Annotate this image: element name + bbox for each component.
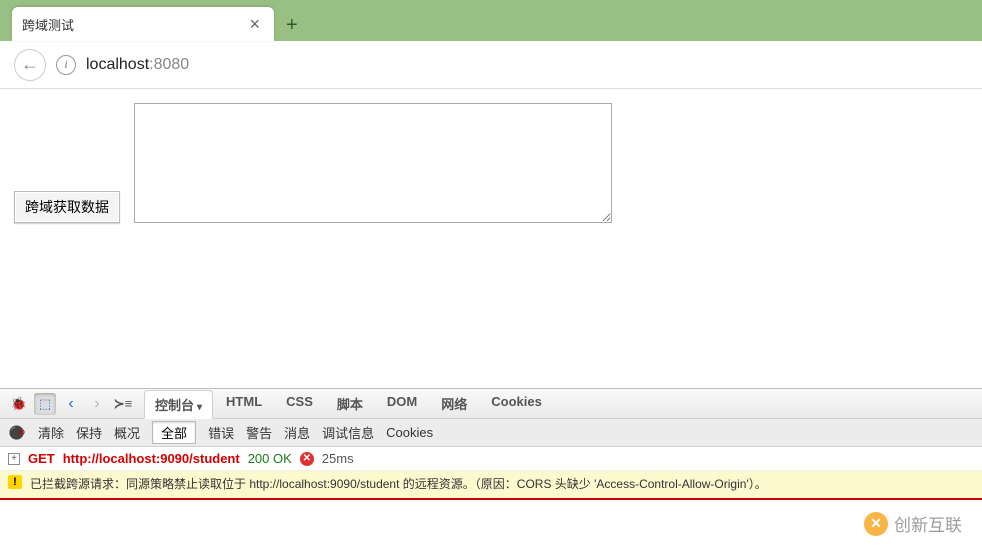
request-time: 25ms: [322, 451, 354, 466]
browser-tab[interactable]: 跨域测试 ×: [12, 7, 274, 41]
filter-warnings[interactable]: 警告: [246, 423, 272, 442]
footer: ✕ 创新互联: [0, 500, 982, 548]
address-bar: ← i localhost:8080: [0, 41, 982, 89]
nav-next-icon[interactable]: ›: [86, 393, 108, 415]
filter-all-button[interactable]: 全部: [152, 421, 196, 444]
devtools-panel: 🐞 ⬚ ‹ › ≻≡ 控制台 HTML CSS 脚本 DOM 网络 Cookie…: [0, 388, 982, 500]
filter-info[interactable]: 消息: [284, 423, 310, 442]
request-url: http://localhost:9090/student: [63, 451, 240, 466]
tab-dom[interactable]: DOM: [376, 389, 428, 418]
warning-text: 已拦截跨源请求：同源策略禁止读取位于 http://localhost:9090…: [30, 475, 767, 492]
tab-html[interactable]: HTML: [215, 389, 273, 418]
brand-watermark: ✕ 创新互联: [864, 511, 962, 536]
devtools-tabs: 控制台 HTML CSS 脚本 DOM 网络 Cookies: [144, 389, 553, 418]
url-host: localhost: [86, 56, 149, 73]
url-port: :8080: [149, 56, 189, 73]
profile-button[interactable]: 概况: [114, 423, 140, 442]
chevron-down-icon: [194, 398, 202, 413]
console-warning-row: ! 已拦截跨源请求：同源策略禁止读取位于 http://localhost:90…: [0, 471, 982, 500]
tab-network[interactable]: 网络: [430, 389, 478, 418]
error-icon: ✕: [300, 452, 314, 466]
firebug-icon[interactable]: 🐞: [8, 393, 30, 415]
console-subtoolbar: ⚫⊘ 清除 保持 概况 全部 错误 警告 消息 调试信息 Cookies: [0, 419, 982, 447]
console-request-row[interactable]: + GET http://localhost:9090/student 200 …: [0, 447, 982, 471]
filter-cookies[interactable]: Cookies: [386, 425, 433, 440]
break-on-error-icon[interactable]: ⚫⊘: [8, 424, 26, 442]
new-tab-button[interactable]: +: [286, 14, 298, 37]
request-status: 200 OK: [248, 451, 292, 466]
command-line-icon[interactable]: ≻≡: [112, 393, 134, 415]
devtools-toolbar: 🐞 ⬚ ‹ › ≻≡ 控制台 HTML CSS 脚本 DOM 网络 Cookie…: [0, 389, 982, 419]
filter-debug[interactable]: 调试信息: [322, 423, 374, 442]
back-button[interactable]: ←: [14, 49, 46, 81]
tab-title: 跨域测试: [22, 15, 245, 34]
filter-errors[interactable]: 错误: [208, 423, 234, 442]
brand-logo-icon: ✕: [864, 512, 888, 536]
result-textarea[interactable]: [134, 103, 612, 223]
tab-script[interactable]: 脚本: [326, 389, 374, 418]
page-content: 跨域获取数据: [0, 89, 982, 237]
tab-console[interactable]: 控制台: [144, 390, 213, 419]
browser-tab-strip: 跨域测试 × +: [0, 0, 982, 41]
tab-cookies[interactable]: Cookies: [480, 389, 553, 418]
close-tab-icon[interactable]: ×: [245, 14, 264, 35]
clear-button[interactable]: 清除: [38, 423, 64, 442]
persist-button[interactable]: 保持: [76, 423, 102, 442]
inspect-icon[interactable]: ⬚: [34, 393, 56, 415]
brand-text: 创新互联: [894, 511, 962, 536]
expand-icon[interactable]: +: [8, 453, 20, 465]
tab-css[interactable]: CSS: [275, 389, 324, 418]
request-method: GET: [28, 451, 55, 466]
nav-prev-icon[interactable]: ‹: [60, 393, 82, 415]
site-info-icon[interactable]: i: [56, 55, 76, 75]
fetch-cross-origin-button[interactable]: 跨域获取数据: [14, 191, 120, 223]
warning-icon: !: [8, 475, 22, 489]
url-field[interactable]: localhost:8080: [86, 56, 189, 74]
